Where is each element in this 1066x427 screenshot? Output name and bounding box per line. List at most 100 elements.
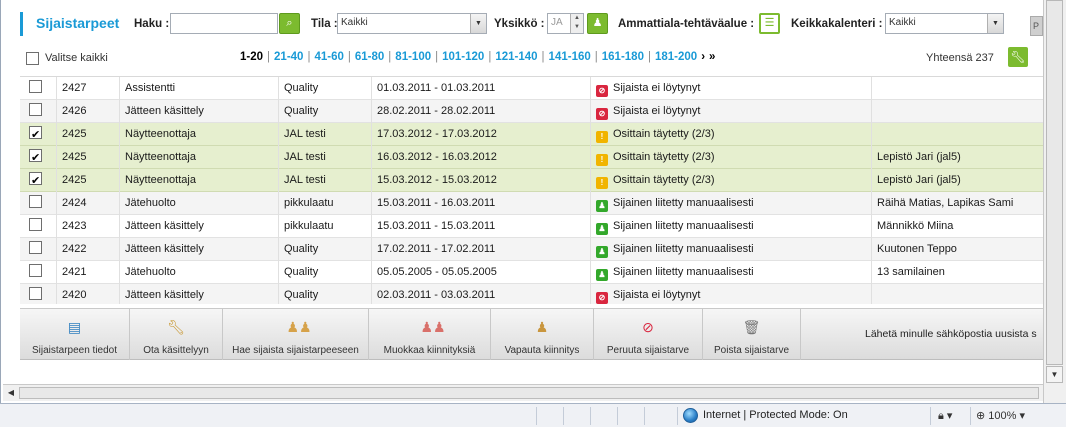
ammattiala-label: Ammattiala-tehtäväalue : bbox=[618, 18, 755, 30]
horizontal-scroll-thumb[interactable] bbox=[19, 387, 1039, 399]
status-red-icon: ⊘ bbox=[596, 85, 608, 97]
total-count: Yhteensä 237 bbox=[926, 52, 994, 64]
row-checkbox-cell[interactable] bbox=[20, 284, 57, 304]
toolbar-button[interactable]: 🗑︎ Poista sijaistarve bbox=[703, 309, 801, 360]
toolbar-button[interactable]: 🔧︎ Ota käsittelyyn bbox=[130, 309, 223, 360]
trash-icon: 🗑︎ bbox=[742, 319, 761, 335]
document-icon: ▤ bbox=[67, 319, 82, 335]
row-checkbox[interactable] bbox=[29, 124, 42, 146]
table-row[interactable]: 2427 Assistentti Quality 01.03.2011 - 01.03… bbox=[20, 77, 1043, 100]
table-row[interactable]: 2425NäytteenottajaJAL testi15.03.2012 - … bbox=[20, 169, 1043, 192]
row-checkbox[interactable] bbox=[29, 195, 42, 208]
row-name: Jätteen käsittely bbox=[120, 215, 279, 238]
horizontal-scrollbar[interactable]: ◀ bbox=[3, 384, 1043, 401]
page-link[interactable]: 41-60 bbox=[314, 51, 343, 63]
table-row[interactable]: 2425NäytteenottajaJAL testi17.03.2012 - … bbox=[20, 123, 1043, 146]
page-link[interactable]: 1-20 bbox=[240, 51, 263, 63]
row-checkbox-cell[interactable] bbox=[20, 77, 57, 100]
row-checkbox[interactable] bbox=[29, 170, 42, 192]
row-checkbox[interactable] bbox=[29, 80, 42, 93]
chevron-down-icon[interactable]: ▼ bbox=[987, 14, 1003, 33]
select-all-label[interactable]: Valitse kaikki bbox=[45, 52, 108, 64]
toolbar-button[interactable]: ♟♟ Muokkaa kiinnityksiä bbox=[369, 309, 491, 360]
row-status: ♟ Sijainen liitetty manuaalisesti bbox=[591, 261, 872, 284]
settings-wrench-button[interactable]: 🔧︎ bbox=[1008, 47, 1028, 67]
pager-separator: | bbox=[435, 51, 439, 63]
search-input[interactable] bbox=[170, 13, 278, 34]
status-red-icon: ⊘ bbox=[596, 108, 608, 120]
toolbar-button[interactable]: ♟ Vapauta kiinnitys bbox=[491, 309, 594, 360]
row-dates: 01.03.2011 - 01.03.2011 bbox=[372, 77, 591, 100]
people-search-icon: ♟♟ bbox=[286, 319, 312, 335]
page-link[interactable]: 81-100 bbox=[395, 51, 431, 63]
action-toolbar: Lähetä minulle sähköpostia uusista s ▤ Si… bbox=[20, 308, 1043, 360]
row-dates: 15.03.2012 - 15.03.2012 bbox=[372, 169, 591, 192]
row-unit: Quality bbox=[279, 238, 372, 261]
row-id: 2425 bbox=[57, 146, 120, 169]
row-checkbox[interactable] bbox=[29, 218, 42, 231]
row-checkbox[interactable] bbox=[29, 241, 42, 254]
row-checkbox-cell[interactable] bbox=[20, 146, 57, 169]
page-link[interactable]: 181-200 bbox=[655, 51, 697, 63]
table-row[interactable]: 2424 Jätehuolto pikkulaatu 15.03.2011 - 16.… bbox=[20, 192, 1043, 215]
table-row[interactable]: 2420 Jätteen käsittely Quality 02.03.2011 -… bbox=[20, 284, 1043, 304]
row-checkbox-cell[interactable] bbox=[20, 238, 57, 261]
protected-mode-icon[interactable]: 🔒︎ ▾ bbox=[938, 409, 952, 423]
page-link[interactable]: 141-160 bbox=[549, 51, 591, 63]
scroll-down-icon[interactable]: ▼ bbox=[1046, 366, 1063, 383]
toolbar-button-label: Sijaistarpeen tiedot bbox=[31, 345, 118, 356]
toolbar-button[interactable]: ⊘ Peruuta sijaistarve bbox=[594, 309, 703, 360]
page-link[interactable]: 21-40 bbox=[274, 51, 303, 63]
next-page-link[interactable]: › bbox=[697, 51, 705, 63]
page-link[interactable]: 101-120 bbox=[442, 51, 484, 63]
ammattiala-list-button[interactable]: ☰ bbox=[759, 13, 780, 34]
toolbar-button[interactable]: ♟♟ Hae sijaista sijaistarpeeseen bbox=[223, 309, 369, 360]
toolbar-button[interactable]: ▤ Sijaistarpeen tiedot bbox=[20, 309, 130, 360]
spinner-arrows-icon[interactable]: ▲ ▼ bbox=[570, 14, 583, 33]
page-link[interactable]: 61-80 bbox=[355, 51, 384, 63]
chevron-down-icon[interactable]: ▼ bbox=[470, 14, 486, 33]
table-row[interactable]: 2423 Jätteen käsittely pikkulaatu 15.03.201… bbox=[20, 215, 1043, 238]
row-checkbox-cell[interactable] bbox=[20, 215, 57, 238]
yksikko-person-button[interactable]: ♟ bbox=[587, 13, 608, 34]
row-person: Lepistö Jari (jal5) bbox=[877, 151, 961, 163]
search-button[interactable]: ⌕ bbox=[279, 13, 300, 34]
truncated-button[interactable]: P bbox=[1030, 16, 1043, 36]
yksikko-input[interactable]: JA ▲ ▼ bbox=[547, 13, 584, 34]
row-checkbox-cell[interactable] bbox=[20, 261, 57, 284]
select-all-checkbox[interactable] bbox=[26, 52, 39, 65]
row-status-text: Osittain täytetty (2/3) bbox=[613, 151, 715, 163]
email-notification-label[interactable]: Lähetä minulle sähköpostia uusista s bbox=[865, 328, 1037, 340]
row-checkbox[interactable] bbox=[29, 147, 42, 169]
scroll-left-icon[interactable]: ◀ bbox=[5, 386, 17, 400]
row-checkbox-cell[interactable] bbox=[20, 123, 57, 146]
keikka-select[interactable]: Kaikki ▼ bbox=[885, 13, 1004, 34]
row-checkbox-cell[interactable] bbox=[20, 192, 57, 215]
row-dates: 02.03.2011 - 03.03.2011 bbox=[372, 284, 591, 304]
scroll-thumb[interactable] bbox=[1046, 0, 1063, 365]
last-page-link[interactable]: » bbox=[705, 51, 715, 63]
page-link[interactable]: 121-140 bbox=[495, 51, 537, 63]
row-checkbox[interactable] bbox=[29, 103, 42, 116]
table-row[interactable]: 2425NäytteenottajaJAL testi16.03.2012 - … bbox=[20, 146, 1043, 169]
tila-select[interactable]: Kaikki ▼ bbox=[337, 13, 487, 34]
page-link[interactable]: 161-180 bbox=[602, 51, 644, 63]
table-row[interactable]: 2422 Jätteen käsittely Quality 17.02.2011 -… bbox=[20, 238, 1043, 261]
toolbar-button-label: Hae sijaista sijaistarpeeseen bbox=[232, 345, 359, 356]
table-row[interactable]: 2426 Jätteen käsittely Quality 28.02.2011 -… bbox=[20, 100, 1043, 123]
row-id: 2420 bbox=[57, 284, 120, 304]
row-unit: pikkulaatu bbox=[279, 215, 372, 238]
row-person bbox=[872, 284, 1043, 304]
row-status: ! Osittain täytetty (2/3) bbox=[591, 169, 872, 192]
row-dates: 15.03.2011 - 16.03.2011 bbox=[372, 192, 591, 215]
vertical-scrollbar[interactable]: ▼ bbox=[1046, 0, 1063, 384]
row-person bbox=[872, 77, 1043, 100]
status-divider bbox=[677, 407, 678, 425]
row-checkbox-cell[interactable] bbox=[20, 169, 57, 192]
row-checkbox[interactable] bbox=[29, 264, 42, 277]
row-name: Jätteen käsittely bbox=[120, 284, 279, 304]
row-checkbox[interactable] bbox=[29, 287, 42, 300]
table-row[interactable]: 2421 Jätehuolto Quality 05.05.2005 - 05.05.… bbox=[20, 261, 1043, 284]
zoom-control[interactable]: ⊕ 100% ▾ bbox=[976, 409, 1025, 422]
row-checkbox-cell[interactable] bbox=[20, 100, 57, 123]
